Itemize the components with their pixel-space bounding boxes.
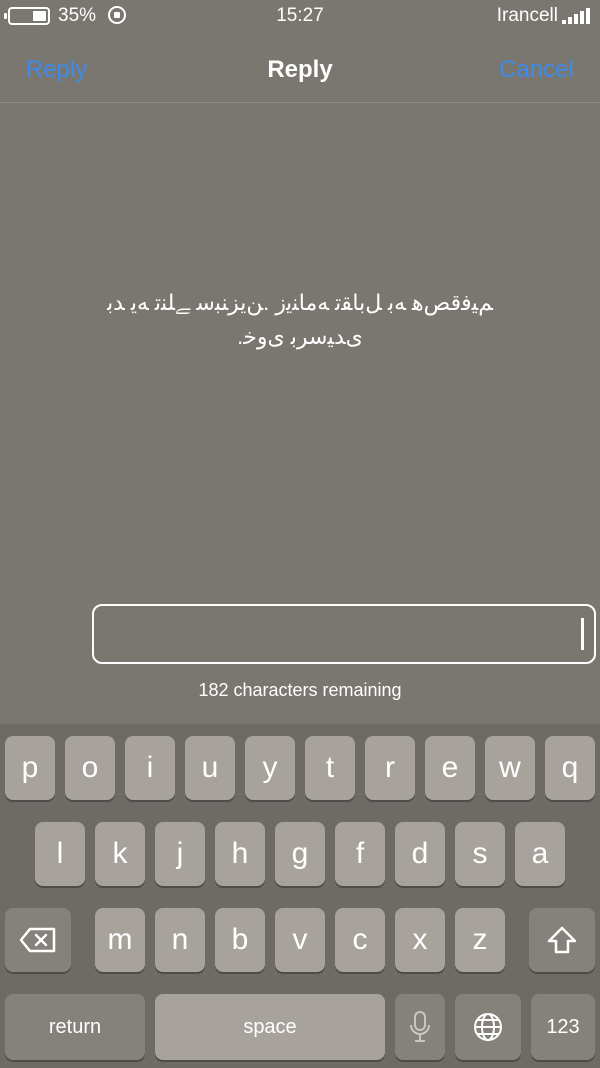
microphone-icon — [410, 1011, 430, 1042]
key-x[interactable]: x — [395, 908, 445, 972]
numbers-key[interactable]: 123 — [531, 994, 595, 1060]
key-a[interactable]: a — [515, 822, 565, 886]
shift-key[interactable] — [529, 908, 595, 972]
return-key[interactable]: return — [5, 994, 145, 1060]
key-j[interactable]: j — [155, 822, 205, 886]
key-q[interactable]: q — [545, 736, 595, 800]
backspace-icon — [19, 927, 56, 953]
nav-bar: Reply Reply Cancel — [0, 34, 600, 103]
key-z[interactable]: z — [455, 908, 505, 972]
key-w[interactable]: w — [485, 736, 535, 800]
key-g[interactable]: g — [275, 822, 325, 886]
key-u[interactable]: u — [185, 736, 235, 800]
key-f[interactable]: f — [335, 822, 385, 886]
keyboard: p o i u y t r e w q l k j h g f d s a m … — [0, 724, 600, 1068]
key-v[interactable]: v — [275, 908, 325, 972]
message-line-2: .ﯼﺪﻴﺳﺮﺑ ﯼﻭﺧ — [237, 324, 363, 349]
key-y[interactable]: y — [245, 736, 295, 800]
key-l[interactable]: l — [35, 822, 85, 886]
key-h[interactable]: h — [215, 822, 265, 886]
key-t[interactable]: t — [305, 736, 355, 800]
carrier-name: Irancell — [496, 5, 558, 26]
message-text: ﻢﻴﻓﻗﺺﻫ ﻪﺑ ﻞﺑﺎﻘﺗ ﻪﻣﺎﻨﯾﺯ .ﻦﯾﺰﻨﺒﺳ ﮯﻠﻨﺗ ﻪﯾ ﺪ… — [22, 286, 578, 354]
key-k[interactable]: k — [95, 822, 145, 886]
key-n[interactable]: n — [155, 908, 205, 972]
key-p[interactable]: p — [5, 736, 55, 800]
message-line-1: ﻢﻴﻓﻗﺺﻫ ﻪﺑ ﻞﺑﺎﻘﺗ ﻪﻣﺎﻨﯾﺯ .ﻦﯾﺰﻨﺒﺳ ﮯﻠﻨﺗ ﻪﯾ ﺪ… — [107, 290, 493, 315]
status-bar: 35% 15:27 Irancell — [0, 0, 600, 34]
key-e[interactable]: e — [425, 736, 475, 800]
key-b[interactable]: b — [215, 908, 265, 972]
key-s[interactable]: s — [455, 822, 505, 886]
key-m[interactable]: m — [95, 908, 145, 972]
shift-icon — [547, 926, 577, 954]
key-d[interactable]: d — [395, 822, 445, 886]
key-c[interactable]: c — [335, 908, 385, 972]
globe-icon — [474, 1013, 502, 1041]
characters-remaining: 182 characters remaining — [198, 680, 402, 700]
reply-input[interactable] — [92, 604, 596, 664]
globe-key[interactable] — [455, 994, 521, 1060]
key-i[interactable]: i — [125, 736, 175, 800]
signal-icon — [562, 8, 590, 24]
dictation-key[interactable] — [395, 994, 445, 1060]
text-caret — [581, 618, 584, 650]
key-o[interactable]: o — [65, 736, 115, 800]
cancel-button[interactable]: Cancel — [499, 56, 574, 84]
key-r[interactable]: r — [365, 736, 415, 800]
backspace-key[interactable] — [5, 908, 71, 972]
space-key[interactable]: space — [155, 994, 385, 1060]
